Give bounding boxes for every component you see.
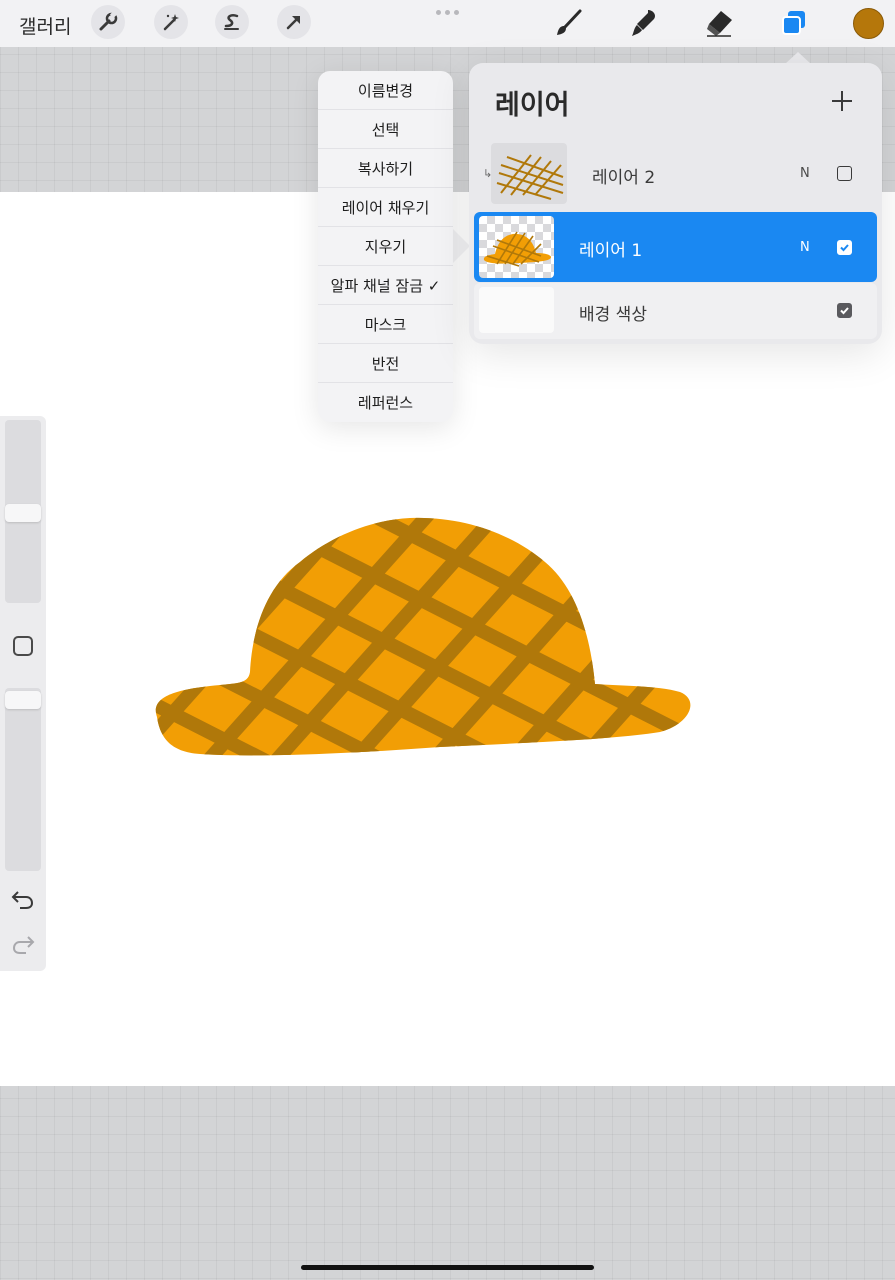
menu-select[interactable]: 선택 <box>318 110 453 149</box>
context-menu-arrow <box>452 228 470 264</box>
redo-icon[interactable] <box>10 932 36 956</box>
layers-icon[interactable] <box>777 6 811 40</box>
menu-mask[interactable]: 마스크 <box>318 305 453 344</box>
layer-name: 배경 색상 <box>579 305 647 325</box>
home-indicator <box>301 1265 594 1270</box>
add-layer-icon[interactable] <box>830 89 854 113</box>
top-toolbar: 갤러리 <box>0 0 895 47</box>
opacity-handle[interactable] <box>5 691 41 709</box>
smudge-icon[interactable] <box>627 6 661 40</box>
layer-row-2[interactable]: ↳ 레이어 2 N <box>474 139 877 207</box>
menu-copy[interactable]: 복사하기 <box>318 149 453 188</box>
gallery-link[interactable]: 갤러리 <box>19 12 71 39</box>
left-sidebar <box>0 416 46 971</box>
layer-thumbnail <box>479 287 554 333</box>
brush-icon[interactable] <box>552 6 586 40</box>
selection-icon[interactable] <box>215 5 249 39</box>
magic-wand-icon[interactable] <box>154 5 188 39</box>
layers-panel: 레이어 ↳ 레이어 2 N 레이어 1 N 배경 색상 <box>469 63 882 344</box>
opacity-slider[interactable] <box>5 688 41 871</box>
brush-size-handle[interactable] <box>5 504 41 522</box>
undo-icon[interactable] <box>10 887 36 911</box>
color-picker-swatch[interactable] <box>853 8 884 39</box>
layer-row-1[interactable]: 레이어 1 N <box>474 212 877 282</box>
menu-invert[interactable]: 반전 <box>318 344 453 383</box>
blend-mode[interactable]: N <box>800 240 810 255</box>
modify-square-icon[interactable] <box>13 636 33 656</box>
grabber-handle[interactable] <box>436 10 459 15</box>
panel-title: 레이어 <box>495 90 570 121</box>
menu-reference[interactable]: 레퍼런스 <box>318 383 453 422</box>
checkmark-icon <box>840 244 849 252</box>
menu-fill-layer[interactable]: 레이어 채우기 <box>318 188 453 227</box>
layer-thumbnail <box>491 143 567 204</box>
wrench-icon[interactable] <box>91 5 125 39</box>
menu-alpha-lock[interactable]: 알파 채널 잠금 ✓ <box>318 266 453 305</box>
layer-thumbnail <box>479 216 554 278</box>
background-color-layer[interactable]: 배경 색상 <box>474 283 877 339</box>
layer-options-menu: 이름변경 선택 복사하기 레이어 채우기 지우기 알파 채널 잠금 ✓ 마스크 … <box>318 71 453 422</box>
layer-name: 레이어 1 <box>579 241 643 261</box>
checkmark-icon <box>840 307 849 315</box>
blend-mode[interactable]: N <box>800 166 810 181</box>
visibility-checkbox[interactable] <box>837 166 852 181</box>
visibility-checkbox[interactable] <box>837 303 852 318</box>
menu-clear[interactable]: 지우기 <box>318 227 453 266</box>
eraser-icon[interactable] <box>702 6 736 40</box>
transform-arrow-icon[interactable] <box>277 5 311 39</box>
visibility-checkbox[interactable] <box>837 240 852 255</box>
layer-name: 레이어 2 <box>592 168 656 188</box>
menu-rename[interactable]: 이름변경 <box>318 71 453 110</box>
